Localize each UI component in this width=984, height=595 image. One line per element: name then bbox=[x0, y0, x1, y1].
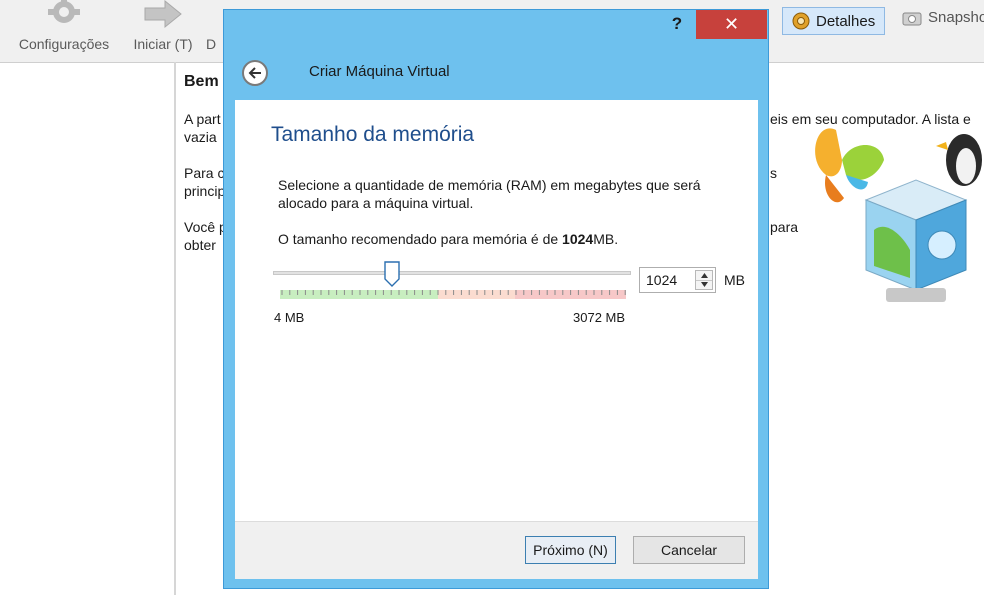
page-title: Tamanho da memória bbox=[271, 123, 475, 146]
recommended-memory-text: O tamanho recomendado para memória é de … bbox=[278, 231, 618, 247]
arrow-left-icon bbox=[248, 67, 261, 79]
virtualbox-mascot-icon bbox=[815, 128, 982, 302]
dialog-title: Criar Máquina Virtual bbox=[309, 63, 450, 80]
dialog-footer: Próximo (N) Cancelar bbox=[235, 521, 758, 579]
gear-icon bbox=[792, 12, 810, 30]
welcome-text: Você p bbox=[184, 219, 227, 235]
welcome-text: vazia bbox=[184, 129, 217, 145]
memory-scale-ticks bbox=[281, 290, 626, 295]
next-button[interactable]: Próximo (N) bbox=[525, 536, 616, 564]
spin-down-button[interactable] bbox=[696, 280, 712, 289]
memory-max-label: 3072 MB bbox=[573, 310, 626, 325]
help-button[interactable]: ? bbox=[664, 10, 690, 38]
welcome-text: para bbox=[770, 219, 799, 235]
gear-icon bbox=[48, 0, 80, 23]
arrow-right-icon bbox=[144, 0, 182, 29]
close-button[interactable]: ✕ bbox=[696, 10, 767, 39]
dialog-body: Tamanho da memória Selecione a quantidad… bbox=[235, 100, 758, 521]
back-button[interactable] bbox=[242, 60, 268, 86]
sidebar-divider bbox=[174, 62, 176, 595]
memory-min-label: 4 MB bbox=[274, 310, 305, 325]
triangle-down-icon bbox=[700, 282, 708, 287]
memory-spinbox[interactable]: 1024 bbox=[639, 267, 716, 293]
memory-slider-track[interactable] bbox=[273, 271, 631, 275]
welcome-text: obter bbox=[184, 237, 216, 253]
welcome-text: princip bbox=[184, 183, 226, 199]
camera-icon bbox=[902, 12, 922, 25]
start-label: Iniciar (T) bbox=[133, 36, 193, 52]
memory-description: Selecione a quantidade de memória (RAM) … bbox=[278, 177, 701, 211]
memory-value[interactable]: 1024 bbox=[646, 272, 677, 288]
recommended-prefix: O tamanho recomendado para memória é de bbox=[278, 231, 563, 247]
welcome-title: Bem bbox=[184, 73, 219, 90]
snapshots-button[interactable]: Snapsho bbox=[902, 9, 984, 26]
welcome-text: s bbox=[770, 165, 777, 181]
details-label: Detalhes bbox=[816, 12, 876, 30]
recommended-value: 1024 bbox=[562, 231, 594, 247]
recommended-suffix: MB. bbox=[593, 231, 619, 247]
memory-spin-arrows bbox=[695, 270, 713, 290]
start-button[interactable]: Iniciar (T) bbox=[124, 0, 202, 62]
triangle-up-icon bbox=[700, 273, 708, 278]
welcome-text: A part bbox=[184, 111, 221, 127]
details-button[interactable]: Detalhes bbox=[782, 7, 885, 35]
snapshots-label: Snapsho bbox=[928, 9, 984, 26]
settings-label: Configurações bbox=[18, 36, 110, 52]
cancel-button[interactable]: Cancelar bbox=[633, 536, 745, 564]
welcome-text: Para c bbox=[184, 165, 225, 181]
settings-button[interactable]: Configurações bbox=[8, 0, 120, 62]
memory-slider-handle[interactable] bbox=[384, 261, 400, 287]
create-vm-dialog: ? ✕ Criar Máquina Virtual Tamanho da mem… bbox=[223, 9, 769, 589]
memory-unit-label: MB bbox=[724, 272, 745, 288]
